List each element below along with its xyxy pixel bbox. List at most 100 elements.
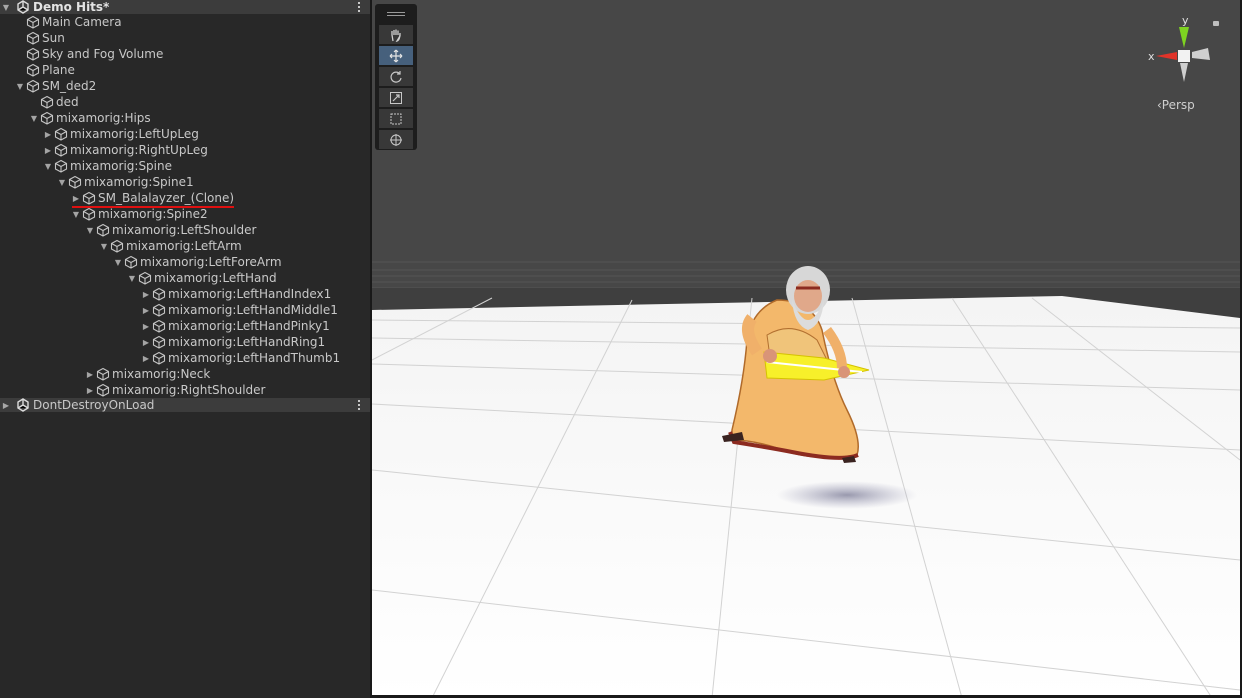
gizmo-x-axis[interactable]: [1156, 52, 1177, 60]
hierarchy-item-label: mixamorig:Spine2: [98, 207, 208, 221]
character-shadow: [777, 481, 917, 509]
collapse-arrow-icon[interactable]: ▼: [0, 3, 12, 12]
transform-icon: [390, 133, 402, 146]
expanded-arrow-icon[interactable]: ▼: [112, 254, 124, 270]
expanded-arrow-icon[interactable]: ▼: [28, 110, 40, 126]
hierarchy-item[interactable]: ▶ mixamorig:LeftHandPinky1: [140, 318, 330, 334]
red-underline-annotation: [72, 206, 234, 208]
hierarchy-item[interactable]: ded: [28, 94, 79, 110]
hierarchy-item[interactable]: ▶ mixamorig:LeftHandIndex1: [140, 286, 331, 302]
expanded-arrow-icon[interactable]: ▼: [14, 78, 26, 94]
gizmo-x-label: x: [1148, 50, 1155, 63]
hierarchy-item-label: SM_ded2: [42, 79, 97, 93]
hierarchy-item[interactable]: ▼ SM_ded2: [14, 78, 96, 94]
scene-tools-palette: [375, 4, 417, 150]
move-arrows-icon: [389, 49, 403, 62]
hierarchy-item[interactable]: ▶ mixamorig:RightShoulder: [84, 382, 266, 398]
hierarchy-item-label: mixamorig:LeftArm: [126, 239, 242, 253]
projection-toggle[interactable]: ‹Persp: [1157, 98, 1195, 112]
gizmo-y-label: y: [1182, 14, 1189, 27]
collapsed-arrow-icon[interactable]: ▶: [42, 142, 54, 158]
hierarchy-item[interactable]: ▶ mixamorig:RightUpLeg: [42, 142, 208, 158]
collapsed-arrow-icon[interactable]: ▶: [140, 286, 152, 302]
hierarchy-item[interactable]: Sun: [14, 30, 65, 46]
rotate-icon: [390, 70, 402, 83]
palette-grip-line: [387, 15, 405, 16]
hierarchy-item[interactable]: ▶ mixamorig:LeftHandThumb1: [140, 350, 340, 366]
transform-tool-button[interactable]: [379, 130, 413, 149]
scene-menu-icon[interactable]: [356, 398, 362, 412]
collapsed-arrow-icon[interactable]: ▶: [70, 190, 82, 206]
move-tool-button[interactable]: [379, 46, 413, 65]
expand-arrow-icon[interactable]: ▶: [0, 401, 12, 410]
hierarchy-item[interactable]: Plane: [14, 62, 75, 78]
gizmo-neg-x-axis[interactable]: [1192, 48, 1210, 60]
hierarchy-item-label: Main Camera: [42, 15, 122, 29]
hierarchy-item[interactable]: ▶ mixamorig:LeftUpLeg: [42, 126, 199, 142]
hierarchy-item[interactable]: ▼ mixamorig:LeftArm: [98, 238, 242, 254]
gameobject-cube-icon: [26, 31, 40, 45]
hierarchy-item[interactable]: Main Camera: [14, 14, 122, 30]
hierarchy-item-label: mixamorig:LeftForeArm: [140, 255, 282, 269]
expanded-arrow-icon[interactable]: ▼: [70, 206, 82, 222]
hierarchy-item-label: mixamorig:LeftShoulder: [112, 223, 257, 237]
hierarchy-item-label: mixamorig:LeftHandThumb1: [168, 351, 341, 365]
expanded-arrow-icon[interactable]: ▼: [42, 158, 54, 174]
hierarchy-item[interactable]: ▼ mixamorig:LeftHand: [126, 270, 277, 286]
hierarchy-item[interactable]: ▶ SM_Balalayzer_(Clone): [70, 190, 234, 206]
hierarchy-item[interactable]: ▼ mixamorig:LeftForeArm: [112, 254, 282, 270]
hierarchy-item[interactable]: ▼ mixamorig:Hips: [28, 110, 151, 126]
collapsed-arrow-icon[interactable]: ▶: [84, 382, 96, 398]
hierarchy-item[interactable]: ▶ mixamorig:Neck: [84, 366, 210, 382]
expanded-arrow-icon[interactable]: ▼: [98, 238, 110, 254]
hierarchy-item-label: Sky and Fog Volume: [42, 47, 164, 61]
collapsed-arrow-icon[interactable]: ▶: [140, 334, 152, 350]
scene-view[interactable]: [372, 0, 1240, 698]
hierarchy-item-label: mixamorig:LeftHandIndex1: [168, 287, 332, 301]
expanded-arrow-icon[interactable]: ▼: [56, 174, 68, 190]
hierarchy-item-label: mixamorig:LeftHand: [154, 271, 277, 285]
scene-viewport[interactable]: [372, 0, 1240, 698]
hierarchy-item-label: mixamorig:LeftUpLeg: [70, 127, 199, 141]
gameobject-cube-icon: [82, 191, 96, 205]
hierarchy-item-label: ded: [56, 95, 79, 109]
gizmo-neg-y-axis[interactable]: [1180, 63, 1188, 82]
hierarchy-item[interactable]: ▼ mixamorig:Spine2: [70, 206, 208, 222]
collapsed-arrow-icon[interactable]: ▶: [42, 126, 54, 142]
gameobject-cube-icon: [68, 175, 82, 189]
expanded-arrow-icon[interactable]: ▼: [126, 270, 138, 286]
rect-tool-button[interactable]: [379, 109, 413, 128]
scale-tool-button[interactable]: [379, 88, 413, 107]
collapsed-arrow-icon[interactable]: ▶: [140, 318, 152, 334]
gameobject-cube-icon: [96, 383, 110, 397]
gizmo-y-axis[interactable]: [1179, 27, 1189, 48]
expanded-arrow-icon[interactable]: ▼: [84, 222, 96, 238]
lock-icon[interactable]: [1213, 21, 1219, 26]
hierarchy-item-label: mixamorig:RightShoulder: [112, 383, 266, 397]
hierarchy-item[interactable]: ▼ mixamorig:Spine: [42, 158, 172, 174]
hierarchy-item-label: mixamorig:Spine1: [84, 175, 194, 189]
collapsed-arrow-icon[interactable]: ▶: [84, 366, 96, 382]
gameobject-cube-icon: [26, 15, 40, 29]
hierarchy-item[interactable]: ▶ mixamorig:LeftHandRing1: [140, 334, 325, 350]
scene-menu-icon[interactable]: [356, 0, 362, 14]
gameobject-cube-icon: [26, 79, 40, 93]
gameobject-cube-icon: [54, 143, 68, 157]
collapsed-arrow-icon[interactable]: ▶: [140, 302, 152, 318]
hierarchy-item[interactable]: ▶ mixamorig:LeftHandMiddle1: [140, 302, 338, 318]
hierarchy-item[interactable]: ▼ mixamorig:LeftShoulder: [84, 222, 257, 238]
gameobject-cube-icon: [82, 207, 96, 221]
scene-header-demo-hits[interactable]: ▼ Demo Hits*: [0, 0, 370, 14]
hierarchy-item[interactable]: Sky and Fog Volume: [14, 46, 163, 62]
hierarchy-item-label: SM_Balalayzer_(Clone): [98, 191, 235, 205]
palette-grip[interactable]: [387, 12, 405, 13]
rotate-tool-button[interactable]: [379, 67, 413, 86]
hierarchy-item[interactable]: ▼ mixamorig:Spine1: [56, 174, 194, 190]
gizmo-center-cube[interactable]: [1178, 50, 1190, 62]
collapsed-arrow-icon[interactable]: ▶: [140, 350, 152, 366]
scene-header-dontdestroyonload[interactable]: ▶ DontDestroyOnLoad: [0, 398, 370, 412]
hand-tool-button[interactable]: [379, 25, 413, 44]
